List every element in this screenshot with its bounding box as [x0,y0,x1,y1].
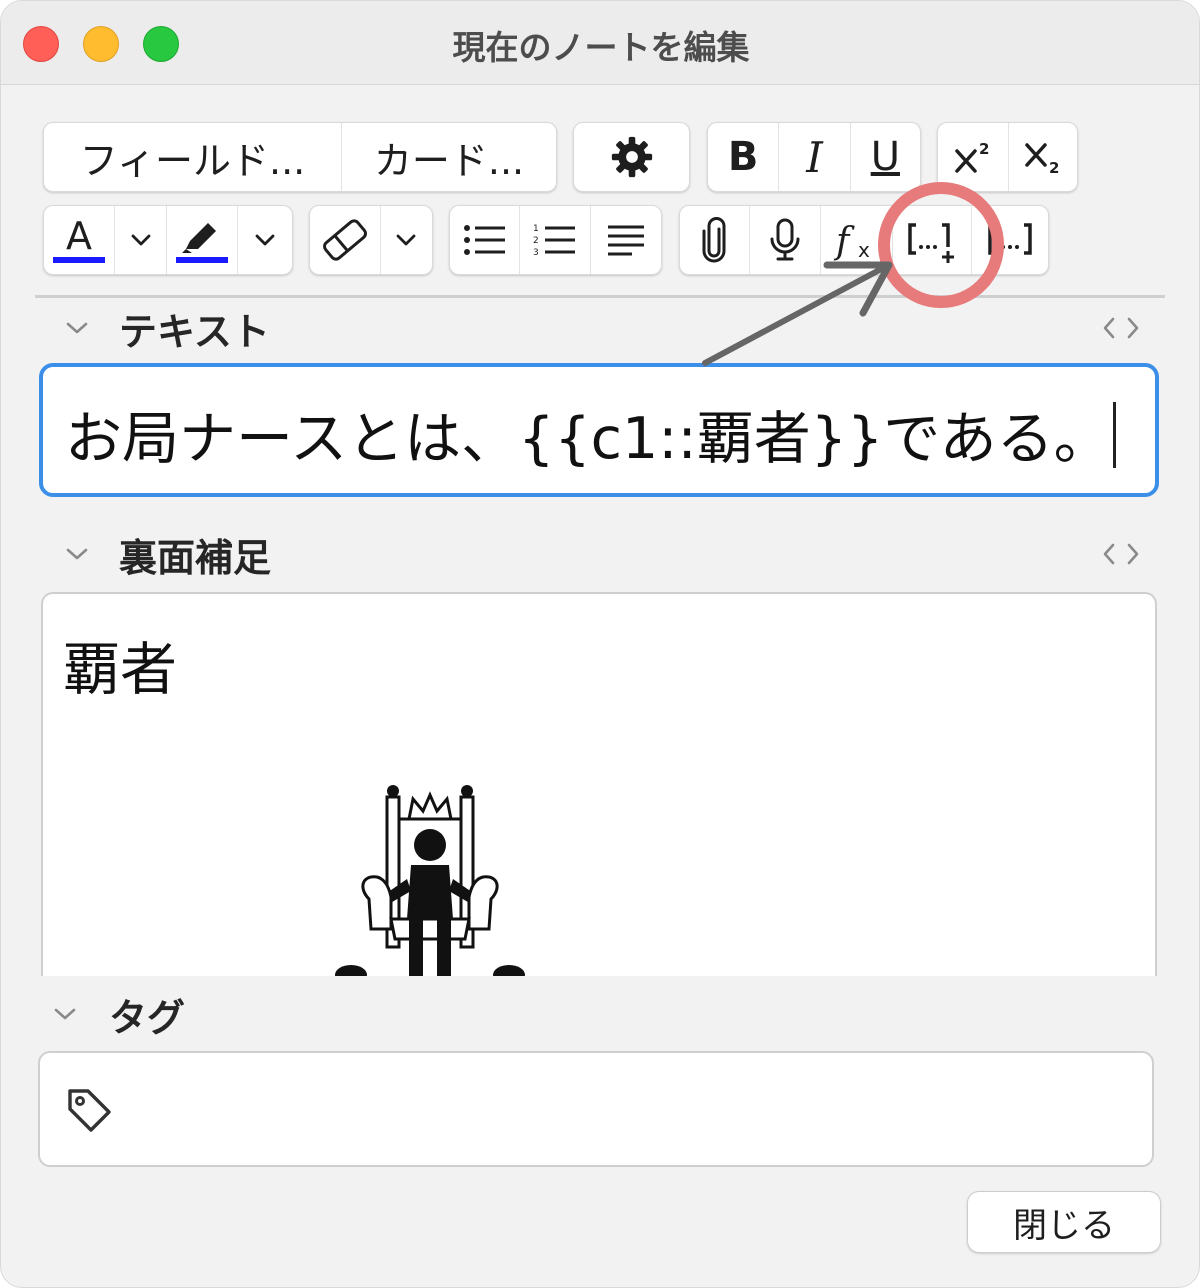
html-editor-toggle[interactable] [1099,538,1143,570]
text-color-dropdown[interactable] [115,206,168,274]
title-bar: 現在のノートを編集 [1,1,1199,85]
script-group: 2 2 [937,122,1078,192]
highlight-color-dropdown[interactable] [238,206,292,274]
text-field-value: お局ナースとは、{{c1::覇者}}である。 [65,406,1111,472]
svg-text:3: 3 [533,248,539,258]
gear-icon [611,136,652,178]
cloze-same-button[interactable] [972,206,1048,274]
subscript-icon: 2 [1025,143,1059,177]
chevron-down-icon[interactable] [63,540,91,568]
code-brackets-icon [1103,317,1139,339]
back-extra-field-value: 覇者 [63,637,177,703]
tags-input[interactable] [38,1051,1154,1167]
cloze-new-button[interactable] [893,206,973,274]
bullet-list-button[interactable] [450,206,521,274]
insert-group: f x [679,205,1049,275]
svg-text:x: x [858,238,870,262]
highlighter-icon [176,223,229,263]
field-header-back-extra[interactable]: 裏面補足 [63,529,272,580]
chevron-down-icon[interactable] [51,1000,79,1028]
svg-text:2: 2 [979,140,989,158]
field-header-tags[interactable]: タグ [51,989,186,1040]
superscript-icon: 2 [955,140,989,173]
chevron-down-icon [131,234,151,246]
cloze-new-icon [908,223,955,263]
color-group: A [43,205,293,275]
numbered-list-icon: 1 2 3 [533,224,576,258]
svg-text:f: f [833,221,855,262]
microphone-icon [770,218,800,261]
list-group: 1 2 3 [449,205,662,275]
bullet-list-icon [463,225,505,255]
function-icon: f x [833,221,870,262]
chevron-down-icon [397,234,416,246]
field-label: テキスト [119,309,270,354]
subscript-button[interactable]: 2 [1009,123,1077,191]
superscript-button[interactable]: 2 [938,123,1009,191]
annotation-arrow [702,264,888,366]
align-left-icon [607,225,644,256]
tag-icon [68,1089,111,1132]
svg-text:1: 1 [533,224,539,234]
record-audio-button[interactable] [750,206,822,274]
code-brackets-icon [1103,543,1139,565]
numbered-list-button[interactable]: 1 2 3 [520,206,591,274]
eraser-icon [322,219,367,261]
tags-label: タグ [109,995,186,1040]
html-editor-toggle[interactable] [1099,312,1143,344]
italic-button[interactable]: I [779,123,851,191]
paperclip-icon [702,217,726,263]
svg-text:2: 2 [533,236,539,246]
attach-button[interactable] [680,206,750,274]
note-type-group: フィールド... カード... [43,122,557,192]
king-on-throne-image [335,785,525,976]
math-button[interactable]: f x [821,206,893,274]
cards-button[interactable]: カード... [342,123,556,191]
text-color-icon: A [53,215,106,263]
back-extra-field-editor[interactable]: 覇者 [41,592,1157,976]
bold-button[interactable]: B [708,123,780,191]
edit-note-window: 現在のノートを編集 フィールド... カード... B I U 2 2 A 1 … [0,0,1200,1288]
highlight-color-button[interactable] [167,206,239,274]
underline-button[interactable]: U [851,123,920,191]
cloze-same-icon [988,223,1032,255]
close-button[interactable]: 閉じる [967,1191,1161,1253]
clear-format-button[interactable] [310,206,381,274]
clear-format-dropdown[interactable] [381,206,432,274]
options-group [573,122,690,192]
alignment-button[interactable] [591,206,661,274]
text-field-editor[interactable]: お局ナースとは、{{c1::覇者}}である。 [39,363,1159,497]
options-button[interactable] [574,123,689,191]
svg-text:2: 2 [1049,159,1059,177]
window-title: 現在のノートを編集 [452,28,750,67]
text-caret [1113,402,1116,468]
toolbar-separator [35,295,1165,298]
chevron-down-icon[interactable] [63,314,91,342]
field-label: 裏面補足 [119,535,272,580]
chevron-down-icon [255,234,275,246]
eraser-group [309,205,433,275]
field-header-text[interactable]: テキスト [63,303,270,354]
fields-button[interactable]: フィールド... [44,123,342,191]
svg-text:A: A [66,215,92,258]
text-style-group: B I U [707,122,921,192]
text-color-button[interactable]: A [44,206,116,274]
